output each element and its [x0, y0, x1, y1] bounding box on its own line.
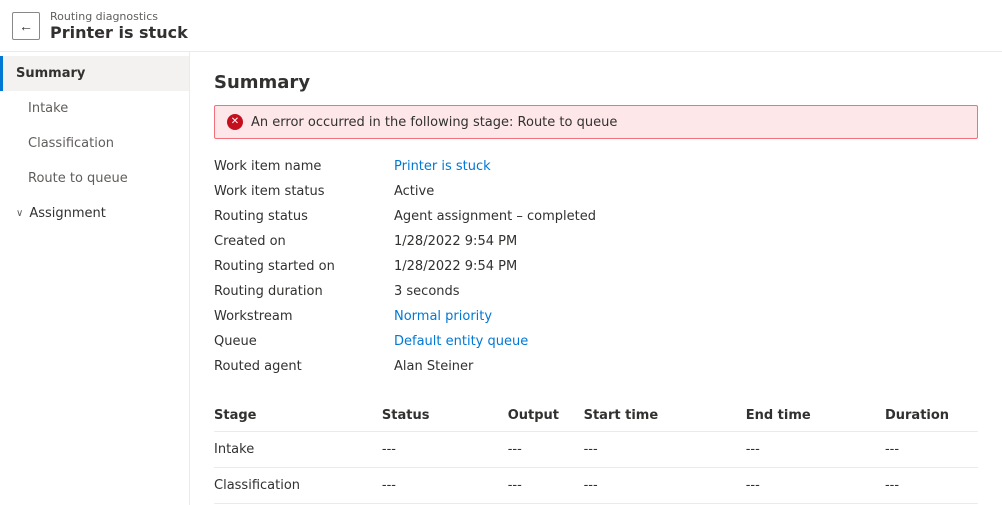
table-row: Classification--------------- [214, 468, 978, 504]
info-value: Printer is stuck [394, 157, 978, 176]
stage-table: StageStatusOutputStart timeEnd timeDurat… [214, 400, 978, 505]
info-grid: Work item namePrinter is stuckWork item … [214, 157, 978, 376]
info-label: Routing started on [214, 257, 394, 276]
chevron-down-icon: ∨ [16, 208, 23, 219]
info-label: Routing duration [214, 282, 394, 301]
start-time-cell: --- [584, 468, 746, 504]
duration-cell: --- [885, 468, 978, 504]
stage-cell: Intake [214, 432, 382, 468]
info-label: Routing status [214, 207, 394, 226]
info-label: Work item name [214, 157, 394, 176]
info-label: Queue [214, 332, 394, 351]
status-cell: --- [382, 432, 508, 468]
stage-cell: Classification [214, 468, 382, 504]
table-column-header: Status [382, 400, 508, 432]
info-label: Routed agent [214, 357, 394, 376]
table-column-header: Output [508, 400, 584, 432]
sidebar-item-summary[interactable]: Summary [0, 56, 189, 91]
error-message: An error occurred in the following stage… [251, 115, 617, 130]
info-label: Created on [214, 232, 394, 251]
start-time-cell: --- [584, 432, 746, 468]
end-time-cell: --- [746, 432, 885, 468]
info-link[interactable]: Printer is stuck [394, 159, 491, 174]
info-value: Active [394, 182, 978, 201]
header-text: Routing diagnostics Printer is stuck [50, 10, 188, 42]
table-column-header: Start time [584, 400, 746, 432]
info-value: Default entity queue [394, 332, 978, 351]
content-title: Summary [214, 72, 978, 93]
info-link[interactable]: Normal priority [394, 309, 492, 324]
sidebar-item-classification[interactable]: Classification [0, 126, 189, 161]
back-arrow-icon: ← [19, 18, 33, 34]
info-value: 3 seconds [394, 282, 978, 301]
table-column-header: End time [746, 400, 885, 432]
output-cell: --- [508, 432, 584, 468]
duration-cell: --- [885, 432, 978, 468]
info-label: Work item status [214, 182, 394, 201]
main-layout: Summary Intake Classification Route to q… [0, 52, 1002, 505]
table-row: Intake--------------- [214, 432, 978, 468]
table-column-header: Stage [214, 400, 382, 432]
content-area: Summary ✕ An error occurred in the follo… [190, 52, 1002, 505]
page-title: Printer is stuck [50, 23, 188, 42]
info-value: Normal priority [394, 307, 978, 326]
sidebar-item-intake[interactable]: Intake [0, 91, 189, 126]
back-button[interactable]: ← [12, 12, 40, 40]
info-value: Alan Steiner [394, 357, 978, 376]
info-value: Agent assignment – completed [394, 207, 978, 226]
page-header: ← Routing diagnostics Printer is stuck [0, 0, 1002, 52]
sidebar-group-label: Assignment [29, 206, 106, 221]
info-value: 1/28/2022 9:54 PM [394, 232, 978, 251]
error-circle-icon: ✕ [227, 114, 243, 130]
sidebar-group-assignment[interactable]: ∨ Assignment [0, 196, 189, 231]
info-value: 1/28/2022 9:54 PM [394, 257, 978, 276]
status-cell: --- [382, 468, 508, 504]
error-banner: ✕ An error occurred in the following sta… [214, 105, 978, 139]
output-cell: --- [508, 468, 584, 504]
table-column-header: Duration [885, 400, 978, 432]
sidebar: Summary Intake Classification Route to q… [0, 52, 190, 505]
end-time-cell: --- [746, 468, 885, 504]
sidebar-item-route-to-queue[interactable]: Route to queue [0, 161, 189, 196]
info-link[interactable]: Default entity queue [394, 334, 528, 349]
breadcrumb: Routing diagnostics [50, 10, 188, 23]
info-label: Workstream [214, 307, 394, 326]
